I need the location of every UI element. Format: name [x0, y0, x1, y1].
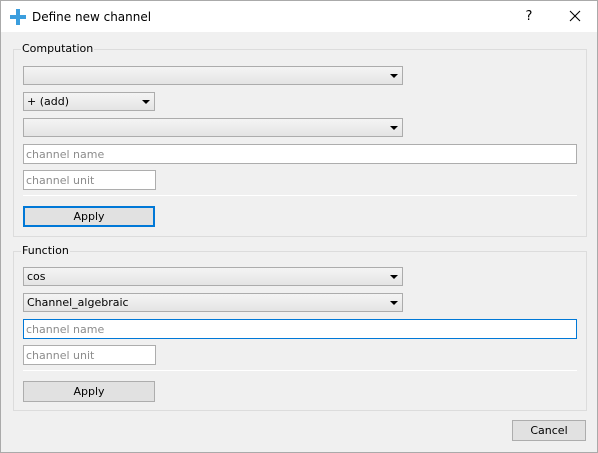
close-button[interactable]	[553, 1, 597, 32]
function-separator	[23, 370, 577, 371]
operator-combobox[interactable]: + (add)	[23, 92, 155, 111]
function-channel-unit-input[interactable]	[23, 345, 156, 365]
function-value: cos	[27, 270, 46, 283]
function-combobox[interactable]: cos	[23, 267, 403, 286]
computation-channel-name-input[interactable]	[23, 144, 577, 164]
function-group-title: Function	[21, 244, 70, 258]
chevron-down-icon	[390, 301, 398, 305]
help-button[interactable]: ?	[511, 1, 547, 32]
chevron-down-icon	[390, 74, 398, 78]
dialog-window: Define new channel ? Computation + (add)…	[0, 0, 598, 453]
operand2-combobox[interactable]	[23, 118, 403, 137]
operator-value: + (add)	[27, 95, 70, 108]
function-channel-value: Channel_algebraic	[27, 296, 129, 309]
computation-apply-button[interactable]: Apply	[23, 206, 155, 227]
computation-channel-unit-input[interactable]	[23, 170, 156, 190]
close-icon	[569, 10, 581, 22]
cancel-button[interactable]: Cancel	[512, 420, 586, 441]
chevron-down-icon	[142, 100, 150, 104]
function-channel-name-input[interactable]	[23, 319, 577, 339]
title-bar[interactable]: Define new channel ?	[1, 1, 597, 32]
computation-separator	[23, 195, 577, 196]
computation-group-title: Computation	[21, 42, 95, 56]
plus-icon	[10, 9, 26, 25]
chevron-down-icon	[390, 126, 398, 130]
function-apply-button[interactable]: Apply	[23, 381, 155, 402]
operand1-combobox[interactable]	[23, 66, 403, 85]
window-title: Define new channel	[32, 10, 152, 24]
chevron-down-icon	[390, 275, 398, 279]
function-channel-combobox[interactable]: Channel_algebraic	[23, 293, 403, 312]
